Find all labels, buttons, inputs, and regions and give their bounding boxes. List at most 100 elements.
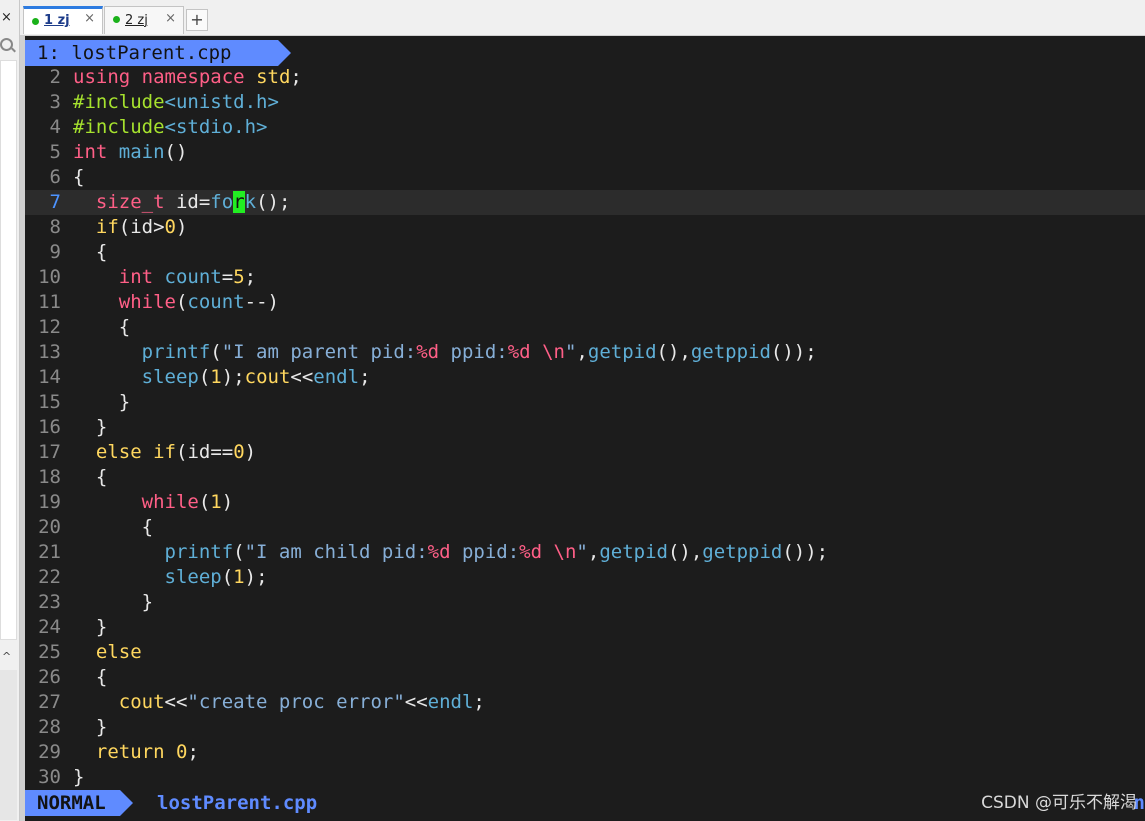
line-number: 18: [38, 466, 61, 488]
code-text: {: [73, 466, 108, 488]
line-number: 6: [49, 166, 61, 188]
code-text: else: [95, 641, 142, 663]
vim-statusline: NORMAL lostParent.cpp n: [25, 790, 1145, 816]
line-number: 7: [49, 191, 61, 213]
text-cursor: r: [233, 191, 245, 213]
line-number: 9: [49, 241, 61, 263]
line-number: 28: [38, 716, 61, 738]
scroll-up-icon[interactable]: ^: [2, 650, 11, 663]
session-tab-1[interactable]: 1 zj ×: [23, 6, 103, 34]
side-lower-panel: [0, 670, 17, 820]
code-text: if(id>0): [95, 216, 188, 238]
code-text: while(1): [141, 491, 234, 513]
close-tab-icon[interactable]: ×: [165, 11, 176, 26]
line-number: 2: [49, 66, 61, 88]
line-number: 30: [38, 766, 61, 788]
code-line[interactable]: 12 {: [25, 315, 1145, 340]
code-text: return 0;: [95, 741, 199, 763]
code-line[interactable]: 29 return 0;: [25, 740, 1145, 765]
side-panel: × ^: [0, 0, 20, 821]
code-text: }: [73, 591, 154, 613]
code-text: sleep(1);: [164, 566, 268, 588]
code-line[interactable]: 23 }: [25, 590, 1145, 615]
code-line[interactable]: 7 size_t id=fork();: [25, 190, 1145, 215]
code-text: #include<unistd.h>: [73, 91, 279, 113]
code-text: size_t id=fork();: [95, 191, 291, 213]
line-number: 20: [38, 516, 61, 538]
code-line[interactable]: 8 if(id>0): [25, 215, 1145, 240]
code-line[interactable]: 24 }: [25, 615, 1145, 640]
terminal[interactable]: 1: lostParent.cpp 2 using namespace std; 3…: [20, 36, 1145, 821]
session-tab-2[interactable]: 2 zj ×: [104, 6, 184, 34]
code-text: sleep(1);cout<<endl;: [141, 366, 371, 388]
line-number: 29: [38, 741, 61, 763]
code-line[interactable]: 14 sleep(1);cout<<endl;: [25, 365, 1145, 390]
code-line[interactable]: 27 cout<<"create proc error"<<endl;: [25, 690, 1145, 715]
code-line[interactable]: 18 {: [25, 465, 1145, 490]
code-text: printf("I am parent pid:%d ppid:%d \n",g…: [141, 341, 817, 363]
add-tab-button[interactable]: +: [186, 9, 208, 31]
session-tab-label: 1 zj: [44, 13, 70, 28]
code-line[interactable]: 5 int main(): [25, 140, 1145, 165]
code-text: }: [73, 716, 108, 738]
code-line[interactable]: 19 while(1): [25, 490, 1145, 515]
line-number: 12: [38, 316, 61, 338]
side-close-icon[interactable]: ×: [1, 10, 12, 25]
code-line[interactable]: 9 {: [25, 240, 1145, 265]
code-line[interactable]: 30}: [25, 765, 1145, 790]
line-number: 13: [38, 341, 61, 363]
code-line[interactable]: 28 }: [25, 715, 1145, 740]
mode-label: NORMAL: [37, 792, 106, 814]
line-number: 10: [38, 266, 61, 288]
code-line[interactable]: 2 using namespace std;: [25, 65, 1145, 90]
code-text: {: [73, 316, 131, 338]
vim-tab-arrow: [278, 40, 291, 66]
search-icon[interactable]: [0, 38, 13, 51]
side-scrollbar[interactable]: [0, 60, 17, 640]
code-text: {: [73, 166, 85, 188]
vim-tab-label: 1: lostParent.cpp: [37, 42, 232, 64]
vim-tab[interactable]: 1: lostParent.cpp: [25, 40, 278, 66]
status-filename: lostParent.cpp: [157, 792, 318, 814]
line-number: 3: [49, 91, 61, 113]
session-tab-bar: 1 zj × 2 zj × +: [20, 0, 1145, 36]
line-number: 23: [38, 591, 61, 613]
line-number: 11: [38, 291, 61, 313]
line-number: 25: [38, 641, 61, 663]
code-line[interactable]: 16 }: [25, 415, 1145, 440]
code-text: int main(): [73, 141, 188, 163]
code-line[interactable]: 10 int count=5;: [25, 265, 1145, 290]
code-line[interactable]: 21 printf("I am child pid:%d ppid:%d \n"…: [25, 540, 1145, 565]
code-text: {: [73, 516, 154, 538]
code-text: while(count--): [118, 291, 279, 313]
line-number: 17: [38, 441, 61, 463]
line-number: 26: [38, 666, 61, 688]
line-number: 5: [49, 141, 61, 163]
code-text: }: [73, 416, 108, 438]
line-number: 8: [49, 216, 61, 238]
line-number: 15: [38, 391, 61, 413]
code-line[interactable]: 4 #include<stdio.h>: [25, 115, 1145, 140]
code-line[interactable]: 6{: [25, 165, 1145, 190]
code-line[interactable]: 25 else: [25, 640, 1145, 665]
line-number: 22: [38, 566, 61, 588]
close-tab-icon[interactable]: ×: [84, 11, 95, 26]
code-line[interactable]: 13 printf("I am parent pid:%d ppid:%d \n…: [25, 340, 1145, 365]
code-line[interactable]: 26 {: [25, 665, 1145, 690]
mode-arrow: [120, 790, 133, 816]
code-text: using namespace std;: [73, 66, 302, 88]
code-text: else if(id==0): [95, 441, 257, 463]
code-text: {: [73, 241, 108, 263]
mode-indicator: NORMAL: [25, 790, 120, 816]
line-number: 27: [38, 691, 61, 713]
code-line[interactable]: 22 sleep(1);: [25, 565, 1145, 590]
code-line[interactable]: 3 #include<unistd.h>: [25, 90, 1145, 115]
code-line[interactable]: 20 {: [25, 515, 1145, 540]
code-line[interactable]: 17 else if(id==0): [25, 440, 1145, 465]
code-text: }: [73, 766, 85, 788]
code-line[interactable]: 11 while(count--): [25, 290, 1145, 315]
code-editor[interactable]: 2 using namespace std; 3 #include<unistd.h>…: [25, 65, 1145, 790]
code-text: #include<stdio.h>: [73, 116, 268, 138]
code-line[interactable]: 15 }: [25, 390, 1145, 415]
code-text: printf("I am child pid:%d ppid:%d \n",ge…: [164, 541, 829, 563]
